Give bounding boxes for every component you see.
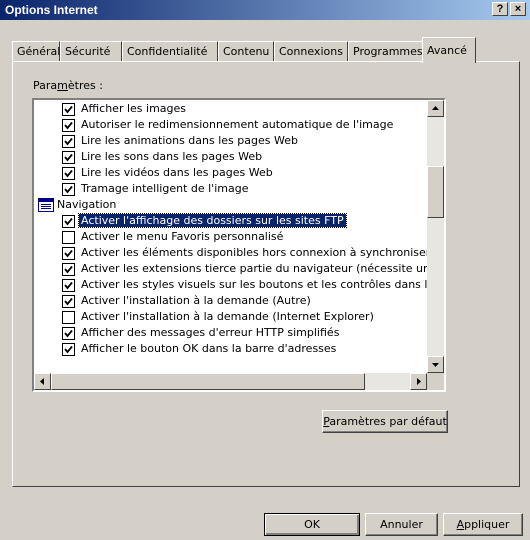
settings-checkbox[interactable] xyxy=(62,167,75,180)
vertical-scrollbar[interactable] xyxy=(427,100,444,373)
checkmark-icon xyxy=(64,105,73,114)
settings-checkbox[interactable] xyxy=(62,247,75,260)
scroll-down-button[interactable] xyxy=(427,356,444,373)
vertical-scroll-thumb[interactable] xyxy=(427,166,444,218)
scroll-left-button[interactable] xyxy=(34,373,51,390)
checkmark-icon xyxy=(64,137,73,146)
settings-list-items: Afficher les images Autoriser le redimens… xyxy=(34,100,427,373)
settings-list[interactable]: Afficher les images Autoriser le redimens… xyxy=(32,98,446,392)
settings-checkbox[interactable] xyxy=(62,343,75,356)
tab-connexions[interactable]: Connexions xyxy=(274,41,348,62)
settings-item-label: Activer l'installation à la demande (Aut… xyxy=(81,294,311,307)
settings-item-label: Activer l'affichage des dossiers sur les… xyxy=(78,213,347,228)
checkmark-icon xyxy=(64,329,73,338)
settings-checkbox[interactable] xyxy=(62,311,75,324)
checkmark-icon xyxy=(64,265,73,274)
settings-item-label: Afficher les images xyxy=(81,102,187,115)
checkmark-icon xyxy=(64,185,73,194)
settings-checkbox[interactable] xyxy=(62,183,75,196)
checkmark-icon xyxy=(64,345,73,354)
arrow-left-icon xyxy=(40,378,44,385)
title-bar: Options Internet ? × xyxy=(0,0,530,20)
settings-item-label: Activer les styles visuels sur les bouto… xyxy=(81,278,427,291)
settings-checkbox[interactable] xyxy=(62,295,75,308)
close-button[interactable]: × xyxy=(510,2,526,16)
settings-checkbox[interactable] xyxy=(62,119,75,132)
checkmark-icon xyxy=(64,121,73,130)
tab-contenu[interactable]: Contenu xyxy=(218,41,274,62)
settings-item-label: Activer les extensions tierce partie du … xyxy=(81,262,427,275)
arrow-down-icon xyxy=(432,363,439,367)
scroll-up-button[interactable] xyxy=(427,100,444,117)
settings-checkbox[interactable] xyxy=(62,263,75,276)
tab-securite[interactable]: Sécurité xyxy=(60,41,122,62)
settings-checkbox[interactable] xyxy=(62,103,75,116)
settings-item-label: Activer le menu Favoris personnalisé xyxy=(81,230,284,243)
arrow-right-icon xyxy=(417,378,421,385)
settings-checkbox[interactable] xyxy=(62,327,75,340)
settings-item-label: Autoriser le redimensionnement automatiq… xyxy=(81,118,394,131)
settings-item-label: Tramage intelligent de l'image xyxy=(81,182,249,195)
settings-checkbox[interactable] xyxy=(62,279,75,292)
settings-item-label: Lire les vidéos dans les pages Web xyxy=(81,166,273,179)
scrollbar-corner xyxy=(427,373,444,390)
settings-label: Paramètres : xyxy=(33,79,103,92)
window-title: Options Internet xyxy=(5,3,98,17)
scroll-right-button[interactable] xyxy=(410,373,427,390)
checkmark-icon xyxy=(64,169,73,178)
settings-checkbox[interactable] xyxy=(62,215,75,228)
apply-button[interactable]: Appliquer xyxy=(443,513,523,536)
tab-confidentialite[interactable]: Confidentialité xyxy=(122,41,218,62)
settings-category-label: Navigation xyxy=(57,198,117,211)
settings-item-label: Afficher le bouton OK dans la barre d'ad… xyxy=(81,342,337,355)
ok-button[interactable]: OK xyxy=(264,513,360,536)
arrow-up-icon xyxy=(432,106,439,110)
cancel-button[interactable]: Annuler xyxy=(365,513,438,536)
checkmark-icon xyxy=(64,249,73,258)
settings-checkbox[interactable] xyxy=(62,135,75,148)
category-folder-icon xyxy=(38,198,54,212)
checkmark-icon xyxy=(64,217,73,226)
checkmark-icon xyxy=(64,153,73,162)
checkmark-icon xyxy=(64,281,73,290)
tab-avance[interactable]: Avancé xyxy=(422,37,476,63)
settings-item-label: Activer l'installation à la demande (Int… xyxy=(81,310,374,323)
tab-general[interactable]: Général xyxy=(12,41,60,62)
settings-item-label: Lire les animations dans les pages Web xyxy=(81,134,298,147)
settings-item-label: Afficher des messages d'erreur HTTP simp… xyxy=(81,326,340,339)
tab-programmes[interactable]: Programmes xyxy=(348,41,425,62)
settings-checkbox[interactable] xyxy=(62,151,75,164)
help-button[interactable]: ? xyxy=(492,2,508,16)
horizontal-scrollbar[interactable] xyxy=(34,373,427,390)
settings-checkbox[interactable] xyxy=(62,231,75,244)
restore-defaults-button[interactable]: Paramètres par défaut xyxy=(322,410,448,433)
checkmark-icon xyxy=(64,297,73,306)
horizontal-scroll-thumb[interactable] xyxy=(51,373,365,390)
settings-item-label: Activer les éléments disponibles hors co… xyxy=(81,246,427,259)
settings-item-label: Lire les sons dans les pages Web xyxy=(81,150,263,163)
